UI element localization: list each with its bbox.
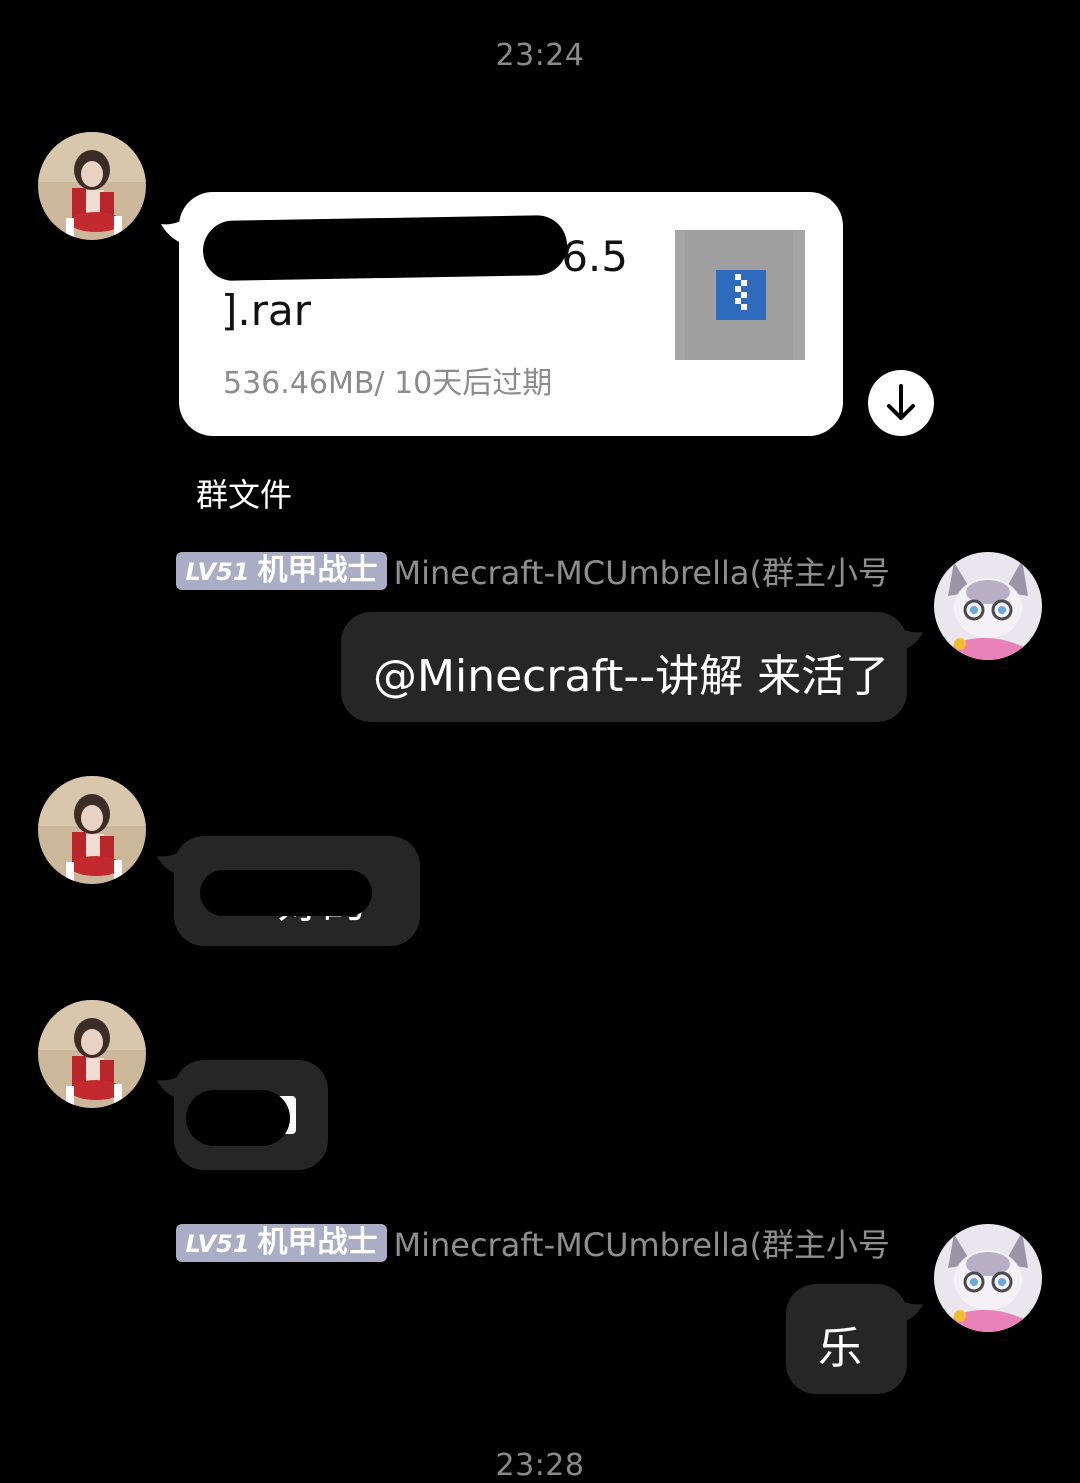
avatar-photo-icon <box>38 776 146 884</box>
sender-info: LV51 机甲战士 Minecraft-MCUmbrella(群主小号 <box>175 552 890 592</box>
zip-archive-icon <box>685 230 793 360</box>
sender-avatar[interactable] <box>934 552 1042 660</box>
message-bubble[interactable]: @Minecraft--讲解 来活了 <box>341 612 907 722</box>
file-card[interactable]: 6.5 ].rar 536.46MB/ 10天后过期 <box>179 192 843 436</box>
redaction-mark <box>186 1090 290 1146</box>
redaction-mark <box>200 870 372 916</box>
fox-avatar-icon <box>934 1224 1042 1332</box>
fox-avatar-icon <box>934 552 1042 660</box>
redaction-mark <box>202 214 568 282</box>
message-bubble[interactable]: 好的 <box>174 836 420 946</box>
contact-avatar[interactable] <box>38 1000 146 1108</box>
file-name-part2: ].rar <box>221 286 312 335</box>
contact-avatar[interactable] <box>38 776 146 884</box>
message-bubble[interactable] <box>174 1060 328 1170</box>
avatar-photo-icon <box>38 132 146 240</box>
bubble-tail <box>897 1298 923 1324</box>
level-badge: LV51 机甲战士 <box>175 552 388 590</box>
file-source-label: 群文件 <box>196 476 293 514</box>
sender-name: Minecraft-MCUmbrella(群主小号 <box>393 554 890 592</box>
sender-name: Minecraft-MCUmbrella(群主小号 <box>393 1226 890 1264</box>
file-thumbnail <box>675 230 805 360</box>
timestamp-bottom: 23:28 <box>495 1448 585 1483</box>
message-text: @Minecraft--讲解 来活了 <box>373 651 890 702</box>
bubble-tail <box>897 626 923 652</box>
download-arrow-icon <box>887 384 915 420</box>
message-text: 乐 <box>818 1323 862 1374</box>
level-badge: LV51 机甲战士 <box>175 1224 388 1262</box>
contact-avatar[interactable] <box>38 132 146 240</box>
message-bubble[interactable]: 乐 <box>786 1284 907 1394</box>
avatar-photo-icon <box>38 1000 146 1108</box>
timestamp-top: 23:24 <box>495 38 585 73</box>
sender-avatar[interactable] <box>934 1224 1042 1332</box>
sender-info: LV51 机甲战士 Minecraft-MCUmbrella(群主小号 <box>175 1224 890 1264</box>
download-button[interactable] <box>868 370 934 436</box>
file-size-expiry: 536.46MB/ 10天后过期 <box>223 366 553 401</box>
